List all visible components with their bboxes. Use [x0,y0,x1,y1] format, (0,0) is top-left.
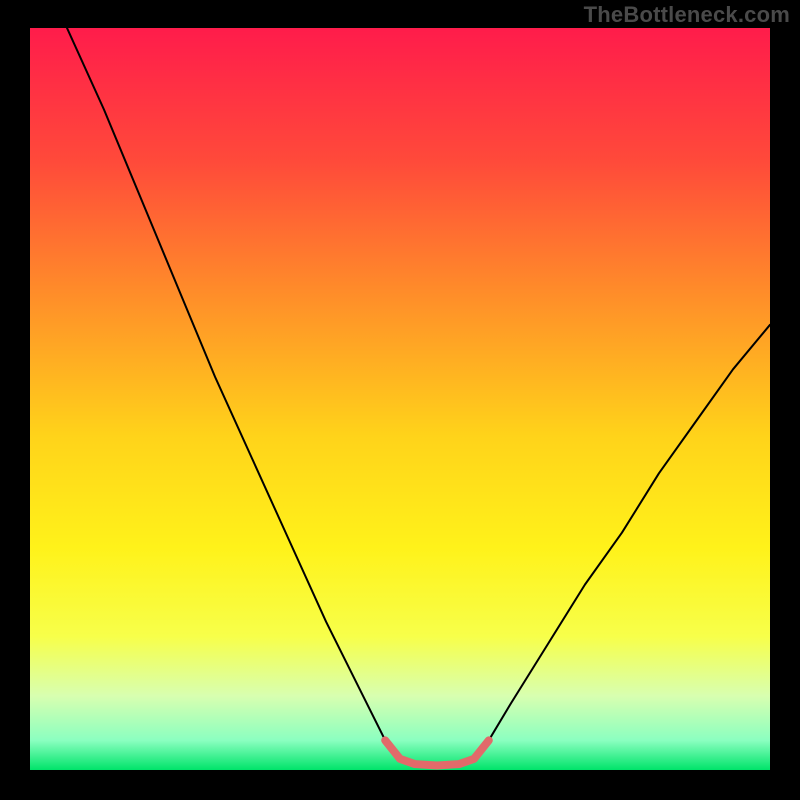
plot-area [30,28,770,770]
chart-frame: TheBottleneck.com [0,0,800,800]
gradient-background [30,28,770,770]
watermark-text: TheBottleneck.com [584,2,790,28]
bottleneck-chart [30,28,770,770]
